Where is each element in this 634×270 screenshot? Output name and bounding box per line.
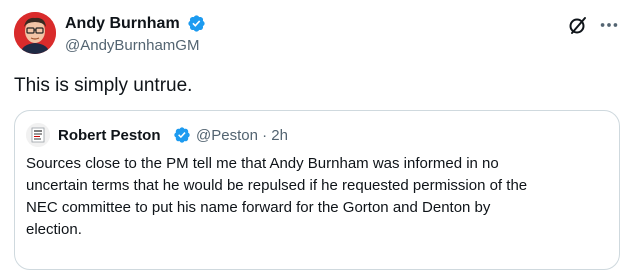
quote-text-line: Sources close to the PM tell me that And… — [26, 155, 499, 172]
quote-verified-badge-icon — [174, 127, 190, 143]
verified-badge-icon — [188, 15, 205, 32]
quote-author-avatar[interactable] — [26, 123, 50, 147]
quote-text: Sources close to the PM tell me that And… — [26, 153, 616, 241]
quote-text-line: election. — [26, 221, 82, 238]
quote-timestamp[interactable]: 2h — [271, 127, 288, 144]
quote-text-line: uncertain terms that he would be repulse… — [26, 177, 528, 194]
quote-tweet-card[interactable]: Robert Peston @Peston · 2h Sources close… — [14, 110, 620, 270]
robert-peston-avatar-icon — [26, 123, 50, 147]
author-handle[interactable]: @AndyBurnhamGM — [65, 37, 199, 54]
quote-separator: · — [262, 127, 268, 144]
quote-meta: @Peston · 2h — [196, 127, 288, 144]
tweet: Andy Burnham @AndyBurnhamGM This is simp… — [0, 0, 634, 270]
quote-author-name[interactable]: Robert Peston — [58, 127, 161, 144]
quote-author-handle[interactable]: @Peston — [196, 127, 258, 144]
author-avatar[interactable] — [14, 12, 56, 54]
andy-burnham-avatar-icon — [14, 12, 56, 54]
author-name[interactable]: Andy Burnham — [65, 15, 180, 33]
quote-text-line: NEC committee to put his name forward fo… — [26, 199, 491, 216]
tweet-text: This is simply untrue. — [14, 75, 193, 96]
more-icon[interactable] — [598, 14, 620, 36]
grok-icon[interactable] — [566, 14, 590, 38]
